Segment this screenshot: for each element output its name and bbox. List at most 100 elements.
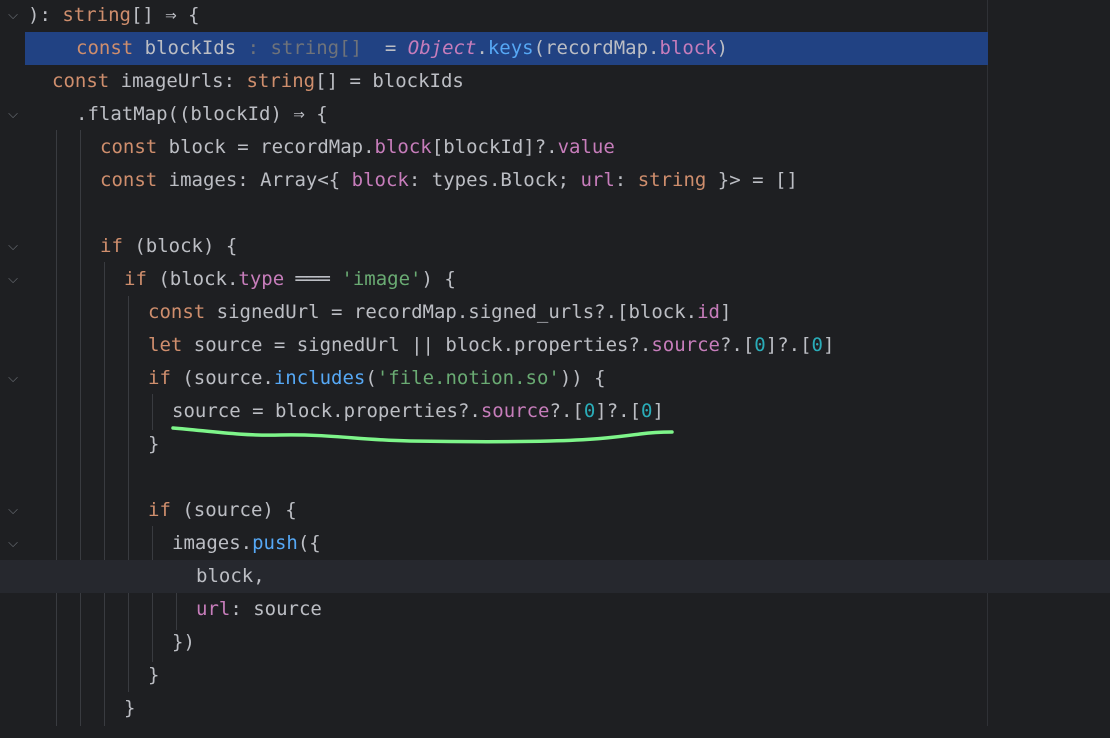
code-editor[interactable]: ⌵): string[] ⇒ {const blockIds : string[… — [0, 0, 1110, 738]
code-token: block — [374, 136, 432, 158]
code-text: if (source) { — [148, 494, 297, 527]
code-line[interactable]: const images: Array<{ block: types.Block… — [0, 164, 1110, 197]
code-token: }) — [172, 631, 195, 653]
code-token: (source. — [182, 367, 274, 389]
code-token: push — [252, 532, 298, 554]
code-line[interactable]: ⌵ .flatMap((blockId) ⇒ { — [0, 98, 1110, 131]
code-line[interactable]: const imageUrls: string[] = blockIds — [0, 65, 1110, 98]
code-token: let — [148, 334, 194, 356]
code-line[interactable]: } — [0, 659, 1110, 692]
code-token: id — [697, 301, 720, 323]
code-line[interactable]: source = block.properties?.source?.[0]?.… — [0, 395, 1110, 428]
code-token: 'file.notion.so' — [376, 367, 560, 389]
chevron-down-icon[interactable]: ⌵ — [6, 98, 20, 131]
chevron-down-icon[interactable]: ⌵ — [6, 494, 20, 527]
code-token: signedUrl = recordMap.signed_urls?.[bloc… — [216, 301, 698, 323]
code-text: if (source.includes('file.notion.so')) { — [148, 362, 606, 395]
code-token: url — [196, 598, 231, 620]
code-text: }) — [172, 626, 195, 659]
code-line[interactable]: const signedUrl = recordMap.signed_urls?… — [0, 296, 1110, 329]
code-token: } — [148, 664, 160, 686]
code-token: (source) { — [182, 499, 297, 521]
code-line[interactable]: block, — [0, 560, 1110, 593]
code-text: images.push({ — [172, 527, 321, 560]
code-text: } — [148, 428, 159, 461]
chevron-down-icon[interactable]: ⌵ — [6, 263, 20, 296]
code-token: = — [373, 37, 408, 59]
code-token: ]?.[ — [595, 400, 642, 422]
code-token: ({ — [297, 532, 321, 554]
code-token: blockIds — [144, 37, 237, 59]
code-line[interactable]: ⌵): string[] ⇒ { — [0, 0, 1110, 32]
code-text: ): string[] ⇒ { — [28, 0, 200, 32]
code-token: source — [651, 334, 720, 356]
code-token: const — [76, 37, 145, 59]
code-token: ═══ — [284, 268, 342, 290]
code-token: : types.Block; — [408, 169, 581, 191]
code-line[interactable] — [0, 461, 1110, 494]
chevron-down-icon[interactable]: ⌵ — [6, 0, 20, 32]
code-text: if (block.type ═══ 'image') { — [124, 263, 456, 296]
code-line[interactable]: url: source — [0, 593, 1110, 626]
code-token: ?.[ — [719, 334, 755, 356]
code-text: const block = recordMap.block[blockId]?.… — [100, 131, 615, 164]
code-token: const — [100, 169, 169, 191]
code-text: let source = signedUrl || block.properti… — [148, 329, 834, 362]
code-token: string — [637, 169, 707, 191]
code-token: string — [246, 70, 316, 92]
code-text: } — [124, 692, 135, 725]
code-token: : source — [230, 598, 322, 620]
code-token: ): — [28, 4, 63, 26]
chevron-down-icon[interactable]: ⌵ — [6, 362, 20, 395]
code-token: ] — [652, 400, 664, 422]
code-line[interactable]: ⌵ if (block.type ═══ 'image') { — [0, 263, 1110, 296]
code-token: } — [148, 433, 160, 455]
code-token: (block) { — [134, 235, 238, 257]
code-token: const — [148, 301, 217, 323]
code-token: ) — [716, 37, 729, 59]
code-token: block, — [196, 565, 265, 587]
code-token: }> = [] — [706, 169, 798, 191]
code-token: ?.[ — [549, 400, 584, 422]
code-token: . — [476, 37, 488, 59]
code-token: ]?.[ — [765, 334, 812, 356]
code-token: source = signedUrl || block.properties?. — [193, 334, 652, 356]
code-line[interactable]: ⌵ if (source.includes('file.notion.so')) … — [0, 362, 1110, 395]
code-text: const imageUrls: string[] = blockIds — [52, 65, 464, 98]
code-line[interactable]: }) — [0, 626, 1110, 659]
code-token: [] ⇒ { — [130, 4, 200, 26]
code-token: if — [148, 367, 183, 389]
code-line[interactable]: const block = recordMap.block[blockId]?.… — [0, 131, 1110, 164]
code-token: 'image' — [341, 268, 422, 290]
code-line[interactable]: let source = signedUrl || block.properti… — [0, 329, 1110, 362]
code-token: if — [100, 235, 135, 257]
code-text: const blockIds : string[] = Object.keys(… — [76, 32, 728, 65]
code-line[interactable]: } — [0, 428, 1110, 461]
code-line[interactable]: const blockIds : string[] = Object.keys(… — [25, 32, 988, 65]
code-line[interactable] — [0, 197, 1110, 230]
code-line[interactable]: ⌵ if (source) { — [0, 494, 1110, 527]
code-token: : string[] — [236, 37, 374, 59]
code-text: block, — [196, 560, 265, 593]
editor-bottom-edge — [0, 726, 1110, 738]
code-token: } — [124, 697, 136, 719]
code-token: const — [52, 70, 121, 92]
code-token: 0 — [641, 400, 653, 422]
code-token: if — [148, 499, 183, 521]
code-line[interactable]: ⌵ if (block) { — [0, 230, 1110, 263]
code-token: 0 — [583, 400, 596, 422]
code-text: } — [148, 659, 159, 692]
code-line[interactable]: } — [0, 692, 1110, 725]
code-token: value — [557, 136, 615, 158]
chevron-down-icon[interactable]: ⌵ — [6, 527, 20, 560]
code-token: source — [480, 400, 550, 422]
code-token: type — [238, 268, 285, 290]
code-token: ] — [719, 301, 732, 323]
code-token: images. — [172, 532, 253, 554]
code-token: url — [580, 169, 615, 191]
code-token: : — [614, 169, 638, 191]
code-token: 0 — [754, 334, 766, 356]
chevron-down-icon[interactable]: ⌵ — [6, 230, 20, 263]
code-text: if (block) { — [100, 230, 237, 263]
code-line[interactable]: ⌵ images.push({ — [0, 527, 1110, 560]
